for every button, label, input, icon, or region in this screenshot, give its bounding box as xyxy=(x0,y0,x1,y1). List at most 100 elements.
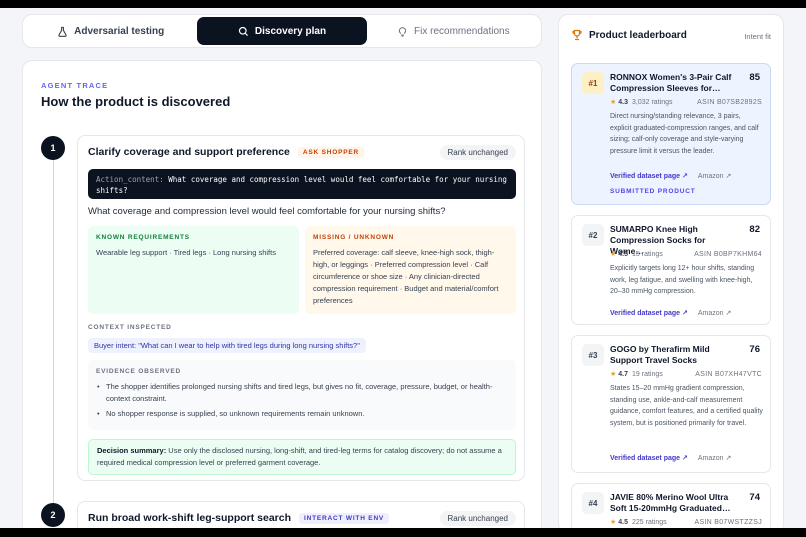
amazon-link[interactable]: Amazon ↗ xyxy=(698,454,732,462)
product-meta: ★ 4.7 19 ratings ASIN B07XH47VTC xyxy=(610,370,762,379)
step-title: Run broad work-shift leg-support search xyxy=(88,512,292,524)
product-card[interactable]: #3 GOGO by Therafirm Mild Support Travel… xyxy=(571,335,771,473)
external-link-icon: ↗ xyxy=(725,310,732,317)
amazon-link[interactable]: Amazon ↗ xyxy=(698,172,732,180)
rank-badge: Rank unchanged xyxy=(439,145,516,160)
product-score: 82 xyxy=(749,224,760,235)
known-text: Wearable leg support · Tired legs · Long… xyxy=(96,248,276,257)
product-rating: 4.3 xyxy=(618,98,629,106)
product-description: States 15–20 mmHg gradient compression, … xyxy=(610,385,763,427)
product-description: Explicitly targets long 12+ hour shifts,… xyxy=(610,265,755,295)
step-number: 2 xyxy=(41,503,65,527)
step-card: Run broad work-shift leg-support search … xyxy=(77,501,525,528)
tab-label: Discovery plan xyxy=(254,25,327,37)
step-header: Clarify coverage and support preference … xyxy=(88,146,365,158)
verified-dataset-link[interactable]: Verified dataset page ↗ xyxy=(610,309,688,317)
product-ratings-count: 19 ratings xyxy=(632,370,663,378)
star-icon: ★ xyxy=(610,251,617,258)
step-tag: ASK SHOPPER xyxy=(297,146,365,158)
rank-badge: #3 xyxy=(582,344,604,366)
product-meta: ★ 4.5 15 ratings ASIN B0BP7KHM64 xyxy=(610,250,762,259)
flask-icon xyxy=(58,26,67,37)
tab-label: Adversarial testing xyxy=(74,25,165,37)
star-icon: ★ xyxy=(610,371,617,378)
external-link-icon: ↗ xyxy=(681,455,688,462)
tab-label: Fix recommendations xyxy=(414,25,510,37)
product-ratings-count: 3,032 ratings xyxy=(632,98,673,106)
product-score: 74 xyxy=(749,492,760,503)
decision-label: Decision summary: xyxy=(97,446,167,455)
product-name: RONNOX Women's 3-Pair Calf Compression S… xyxy=(610,72,732,93)
verified-dataset-link[interactable]: Verified dataset page ↗ xyxy=(610,454,688,462)
step-header: Run broad work-shift leg-support search … xyxy=(88,512,390,524)
list-item: No shopper response is supplied, so unkn… xyxy=(96,408,508,420)
star-icon: ★ xyxy=(610,519,617,526)
product-ratings-count: 15 ratings xyxy=(632,250,663,258)
buyer-intent: Buyer intent: "What can I wear to help w… xyxy=(88,338,366,353)
missing-text: Preferred coverage: calf sleeve, knee-hi… xyxy=(313,248,499,305)
product-score: 76 xyxy=(749,344,760,355)
external-link-icon: ↗ xyxy=(681,310,688,317)
submitted-product-label: SUBMITTED PRODUCT xyxy=(610,188,696,195)
search-icon xyxy=(238,26,248,36)
external-link-icon: ↗ xyxy=(725,173,732,180)
rank-badge: #2 xyxy=(582,224,604,246)
step-tag: INTERACT WITH ENV xyxy=(299,512,390,524)
action-label: Action_content: xyxy=(96,175,164,184)
missing-label: MISSING / UNKNOWN xyxy=(313,234,395,241)
step-card: Clarify coverage and support preference … xyxy=(77,135,525,481)
product-description: Direct nursing/standing relevance, 3 pai… xyxy=(610,113,759,155)
product-card[interactable]: #1 RONNOX Women's 3-Pair Calf Compressio… xyxy=(571,63,771,205)
product-name: GOGO by Therafirm Mild Support Travel So… xyxy=(610,344,710,365)
product-card[interactable]: #4 JAVIE 80% Merino Wool Ultra Soft 15-2… xyxy=(571,483,771,528)
missing-requirements: MISSING / UNKNOWN Preferred coverage: ca… xyxy=(305,226,516,314)
product-card[interactable]: #2 SUMARPO Knee High Compression Socks f… xyxy=(571,215,771,325)
product-meta: ★ 4.3 3,032 ratings ASIN B07SB2892S xyxy=(610,98,762,107)
star-icon: ★ xyxy=(610,99,617,106)
tab-adversarial-testing[interactable]: Adversarial testing xyxy=(26,17,195,45)
known-requirements: KNOWN REQUIREMENTS Wearable leg support … xyxy=(88,226,299,314)
action-content: Action_content: What coverage and compre… xyxy=(88,169,516,199)
page-title: How the product is discovered xyxy=(41,94,231,109)
rank-badge: #4 xyxy=(582,492,604,514)
product-links: Verified dataset page ↗ Amazon ↗ xyxy=(610,172,731,180)
rank-badge: Rank unchanged xyxy=(439,511,516,526)
lightbulb-icon xyxy=(398,26,407,37)
context-label: CONTEXT INSPECTED xyxy=(88,324,172,331)
evidence-label: EVIDENCE OBSERVED xyxy=(96,368,181,375)
amazon-link[interactable]: Amazon ↗ xyxy=(698,309,732,317)
external-link-icon: ↗ xyxy=(725,455,732,462)
product-asin: ASIN B07WSTZZSJ xyxy=(694,518,762,526)
product-links: Verified dataset page ↗ Amazon ↗ xyxy=(610,309,731,317)
product-score: 85 xyxy=(749,72,760,83)
decision-summary: Decision summary: Use only the disclosed… xyxy=(88,439,516,475)
known-label: KNOWN REQUIREMENTS xyxy=(96,234,190,241)
product-asin: ASIN B07SB2892S xyxy=(697,98,762,106)
leaderboard-title: Product leaderboard xyxy=(589,29,687,41)
list-item: The shopper identifies prolonged nursing… xyxy=(96,381,508,405)
product-meta: ★ 4.5 225 ratings ASIN B07WSTZZSJ xyxy=(610,518,762,527)
tab-fix-recommendations[interactable]: Fix recommendations xyxy=(369,17,538,45)
shopper-question: What coverage and compression level woul… xyxy=(88,206,446,217)
product-rating: 4.5 xyxy=(618,518,629,526)
leaderboard-subtitle: Intent fit xyxy=(744,32,771,41)
product-asin: ASIN B0BP7KHM64 xyxy=(694,250,762,258)
product-ratings-count: 225 ratings xyxy=(632,518,667,526)
view-tabs: Adversarial testing Discovery plan Fix r… xyxy=(22,14,542,48)
evidence-box: EVIDENCE OBSERVED The shopper identifies… xyxy=(88,360,516,430)
step-title: Clarify coverage and support preference xyxy=(88,146,290,158)
leaderboard-header: Product leaderboard xyxy=(571,29,687,41)
tab-discovery-plan[interactable]: Discovery plan xyxy=(197,17,367,45)
verified-dataset-link[interactable]: Verified dataset page ↗ xyxy=(610,172,688,180)
evidence-list: The shopper identifies prolonged nursing… xyxy=(96,381,508,420)
product-name: JAVIE 80% Merino Wool Ultra Soft 15-20mm… xyxy=(610,492,731,513)
section-eyebrow: AGENT TRACE xyxy=(41,81,109,90)
product-rating: 4.7 xyxy=(618,370,629,378)
trophy-icon xyxy=(572,29,582,41)
product-rating: 4.5 xyxy=(618,250,629,258)
rank-badge: #1 xyxy=(582,72,604,94)
external-link-icon: ↗ xyxy=(681,173,688,180)
app-frame: Adversarial testing Discovery plan Fix r… xyxy=(0,8,806,528)
step-number: 1 xyxy=(41,136,65,160)
timeline-line xyxy=(53,153,54,503)
